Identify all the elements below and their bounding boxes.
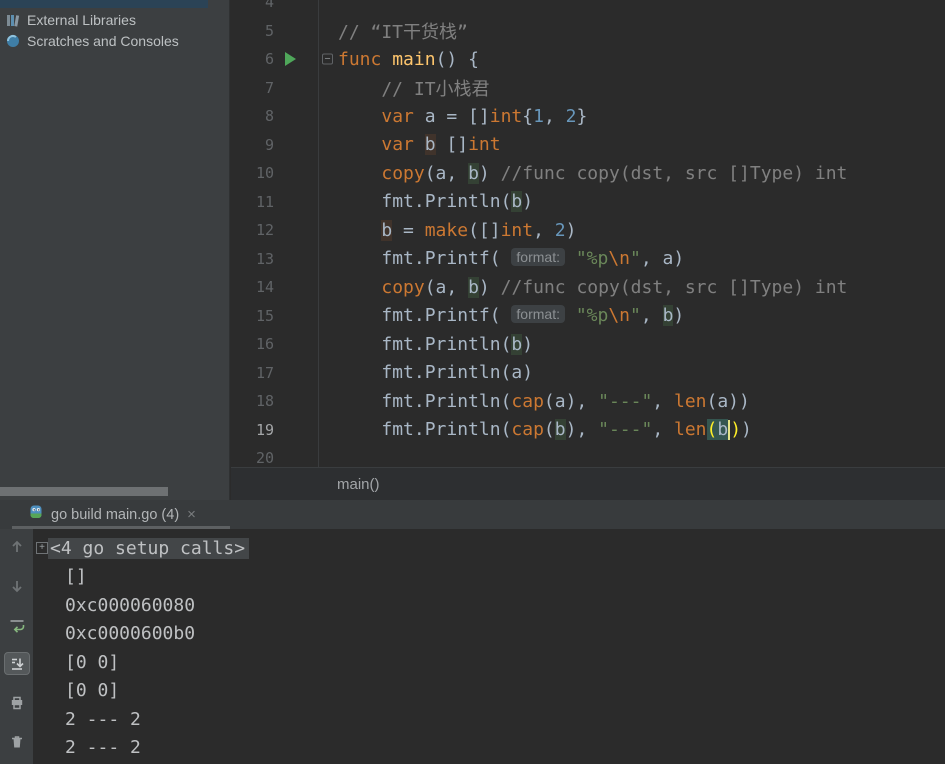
line-number: 20 xyxy=(231,444,319,467)
run-tab[interactable]: go build main.go (4) × xyxy=(28,504,196,525)
code-line-4[interactable]: 4 xyxy=(231,0,945,17)
code-line-13[interactable]: 13 fmt.Printf( format: "%p\n", a) xyxy=(231,245,945,274)
code-text: fmt.Println(b) xyxy=(319,191,533,212)
scroll-to-end-icon[interactable] xyxy=(4,652,30,675)
console-line: [0 0] xyxy=(33,648,945,677)
code-line-11[interactable]: 11 fmt.Println(b) xyxy=(231,188,945,217)
line-number: 15 xyxy=(231,302,319,331)
project-horizontal-scrollbar[interactable] xyxy=(0,487,168,496)
code-line-17[interactable]: 17 fmt.Println(a) xyxy=(231,359,945,388)
console-folded-line: +<4 go setup calls> xyxy=(33,534,945,563)
code-text: // “IT干货栈” xyxy=(319,18,468,44)
code-line-18[interactable]: 18 fmt.Println(cap(a), "---", len(a)) xyxy=(231,387,945,416)
expand-fold-icon[interactable]: + xyxy=(36,542,48,554)
code-text: // IT小栈君 xyxy=(319,75,490,101)
code-line-14[interactable]: 14 copy(a, b) //func copy(dst, src []Typ… xyxy=(231,273,945,302)
console-line: 0xc000060080 xyxy=(33,591,945,620)
soft-wrap-icon[interactable] xyxy=(4,613,30,636)
run-main-icon[interactable] xyxy=(285,52,296,66)
folded-text[interactable]: <4 go setup calls> xyxy=(48,538,249,559)
code-line-19[interactable]: 19 fmt.Println(cap(b), "---", len(b)) xyxy=(231,416,945,445)
code-text: −func main() { xyxy=(319,49,479,70)
code-line-20[interactable]: 20 xyxy=(231,444,945,467)
code-text: b = make([]int, 2) xyxy=(319,220,576,241)
line-number: 9 xyxy=(231,131,319,160)
code-line-5[interactable]: 5// “IT干货栈” xyxy=(231,17,945,46)
code-editor[interactable]: 45// “IT干货栈”6−func main() {7 // IT小栈君8 v… xyxy=(231,0,945,467)
code-line-16[interactable]: 16 fmt.Println(b) xyxy=(231,330,945,359)
line-number: 14 xyxy=(231,273,319,302)
code-rows: 45// “IT干货栈”6−func main() {7 // IT小栈君8 v… xyxy=(231,0,945,467)
down-stack-trace-icon[interactable] xyxy=(4,574,30,597)
code-text: fmt.Println(a) xyxy=(319,362,533,383)
clear-all-icon[interactable] xyxy=(4,730,30,753)
run-tool-window: go build main.go (4) × xyxy=(0,500,945,764)
run-tab-bar: go build main.go (4) × xyxy=(0,500,945,529)
line-number: 13 xyxy=(231,245,319,274)
code-text: fmt.Printf( format: "%p\n", a) xyxy=(319,248,684,269)
tree-item-label: External Libraries xyxy=(27,12,136,28)
up-stack-trace-icon[interactable] xyxy=(4,535,30,558)
line-number: 8 xyxy=(231,102,319,131)
code-line-6[interactable]: 6−func main() { xyxy=(231,45,945,74)
console-line: [0 0] xyxy=(33,677,945,706)
code-line-15[interactable]: 15 fmt.Printf( format: "%p\n", b) xyxy=(231,302,945,331)
line-number: 6 xyxy=(231,45,319,74)
code-line-10[interactable]: 10 copy(a, b) //func copy(dst, src []Typ… xyxy=(231,159,945,188)
console-line: 2 --- 2 xyxy=(33,734,945,763)
close-icon[interactable]: × xyxy=(187,506,196,523)
tree-item-scratches[interactable]: Scratches and Consoles xyxy=(0,30,229,51)
console-output[interactable]: +<4 go setup calls>[]0xc0000600800xc0000… xyxy=(33,529,945,764)
code-text: fmt.Println(b) xyxy=(319,334,533,355)
code-line-8[interactable]: 8 var a = []int{1, 2} xyxy=(231,102,945,131)
tree-item-external-libraries[interactable]: External Libraries xyxy=(0,9,229,30)
code-text: fmt.Println(cap(a), "---", len(a)) xyxy=(319,391,750,412)
line-number: 5 xyxy=(231,17,319,46)
fold-marker-icon[interactable]: − xyxy=(322,54,333,65)
line-number: 11 xyxy=(231,188,319,217)
print-icon[interactable] xyxy=(4,691,30,714)
project-tree: External Libraries Scratches and Console… xyxy=(0,9,229,51)
tree-item-label: Scratches and Consoles xyxy=(27,33,179,49)
line-number: 7 xyxy=(231,74,319,103)
line-number: 12 xyxy=(231,216,319,245)
console-toolbar xyxy=(0,529,33,764)
code-text: fmt.Printf( format: "%p\n", b) xyxy=(319,305,684,326)
run-tab-label: go build main.go (4) xyxy=(51,507,179,523)
line-number: 4 xyxy=(231,0,319,17)
breadcrumb-item-main[interactable]: main() xyxy=(337,476,380,493)
line-number: 17 xyxy=(231,359,319,388)
console-line: 2 --- 2 xyxy=(33,705,945,734)
line-number: 19 xyxy=(231,416,319,445)
line-number: 10 xyxy=(231,159,319,188)
line-number: 16 xyxy=(231,330,319,359)
code-line-7[interactable]: 7 // IT小栈君 xyxy=(231,74,945,103)
ide-window: External Libraries Scratches and Console… xyxy=(0,0,945,764)
selected-tree-row[interactable] xyxy=(0,0,208,8)
console-line: 0xc0000600b0 xyxy=(33,620,945,649)
library-icon xyxy=(5,12,21,28)
code-text: var b []int xyxy=(319,134,501,155)
code-text: fmt.Println(cap(b), "---", len(b)) xyxy=(319,419,752,440)
code-text: copy(a, b) //func copy(dst, src []Type) … xyxy=(319,277,847,298)
line-number: 18 xyxy=(231,387,319,416)
code-line-12[interactable]: 12 b = make([]int, 2) xyxy=(231,216,945,245)
console-line: [] xyxy=(33,563,945,592)
scratches-icon xyxy=(5,33,21,49)
go-build-icon xyxy=(28,504,44,525)
project-panel: External Libraries Scratches and Console… xyxy=(0,0,230,500)
code-line-9[interactable]: 9 var b []int xyxy=(231,131,945,160)
code-text: var a = []int{1, 2} xyxy=(319,106,587,127)
breadcrumb: main() xyxy=(231,467,945,500)
code-text: copy(a, b) //func copy(dst, src []Type) … xyxy=(319,163,847,184)
